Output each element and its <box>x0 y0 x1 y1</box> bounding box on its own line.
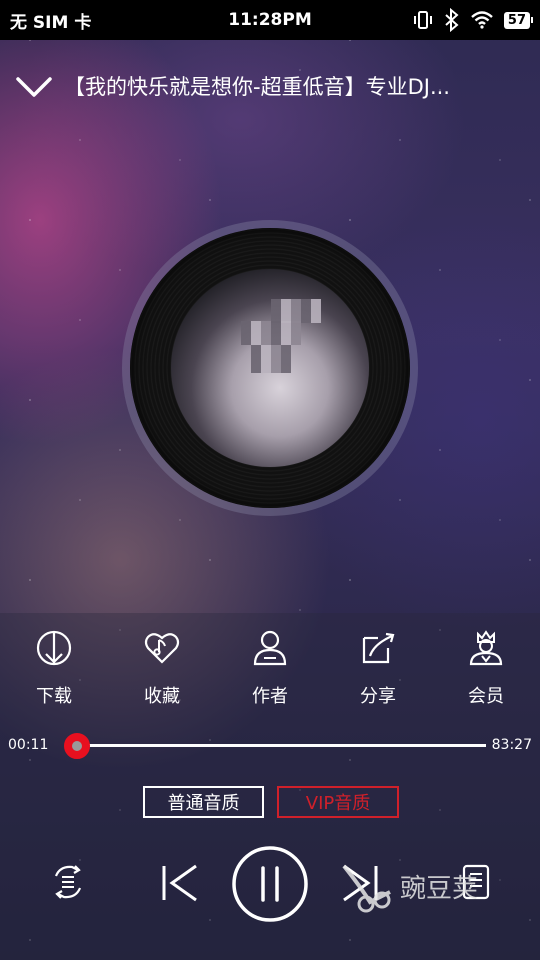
pixelation-block <box>251 345 291 373</box>
total-time: 83:27 <box>491 737 532 753</box>
album-cover <box>171 269 369 467</box>
status-bar: 无 SIM 卡 11:28PM 57 <box>0 0 540 40</box>
share-icon <box>362 632 395 664</box>
favorite-label: 收藏 <box>144 686 180 707</box>
play-mode-icon[interactable] <box>48 862 88 902</box>
watermark: 豌豆荚 <box>340 856 478 916</box>
pixelation-block <box>271 299 321 323</box>
song-title: 【我的快乐就是想你-超重低音】专业DJ... <box>64 75 450 99</box>
progress-knob[interactable] <box>63 733 90 759</box>
favorite-button[interactable]: 收藏 <box>117 628 207 718</box>
battery-indicator: 57 <box>503 11 534 29</box>
vip-quality-button[interactable]: VIP音质 <box>277 786 399 818</box>
share-button[interactable]: 分享 <box>333 628 423 718</box>
action-row: 下载 收藏 作者 分享 会员 <box>0 628 540 718</box>
watermark-text: 豌豆荚 <box>400 873 479 904</box>
wifi-icon <box>471 11 493 29</box>
download-label: 下载 <box>36 686 72 707</box>
vinyl-record <box>130 228 410 508</box>
pixelation-block <box>241 321 301 345</box>
chevron-down-icon[interactable] <box>14 71 54 101</box>
heart-icon <box>144 633 180 664</box>
pause-button[interactable] <box>230 844 310 924</box>
bluetooth-icon <box>445 8 459 32</box>
carrier-label: 无 SIM 卡 <box>10 12 92 33</box>
download-button[interactable]: 下载 <box>9 628 99 718</box>
normal-quality-button[interactable]: 普通音质 <box>143 786 264 818</box>
author-label: 作者 <box>252 686 288 707</box>
vip-icon <box>469 630 503 666</box>
watermark-logo <box>342 864 391 913</box>
vip-label: 会员 <box>468 686 504 707</box>
author-button[interactable]: 作者 <box>225 628 315 718</box>
share-label: 分享 <box>360 686 396 707</box>
previous-icon[interactable] <box>158 862 200 904</box>
quality-selector: 普通音质 VIP音质 <box>0 786 540 820</box>
user-icon <box>253 630 287 666</box>
player-header: 【我的快乐就是想你-超重低音】专业DJ... <box>0 62 540 110</box>
album-disc[interactable] <box>122 220 418 516</box>
vip-button[interactable]: 会员 <box>441 628 531 718</box>
current-time: 00:11 <box>8 737 49 753</box>
status-icons: 57 <box>412 8 540 32</box>
download-icon <box>36 630 72 666</box>
progress-track[interactable] <box>66 744 486 747</box>
vibrate-icon <box>413 11 432 29</box>
progress-row: 00:11 83:27 <box>0 732 540 760</box>
